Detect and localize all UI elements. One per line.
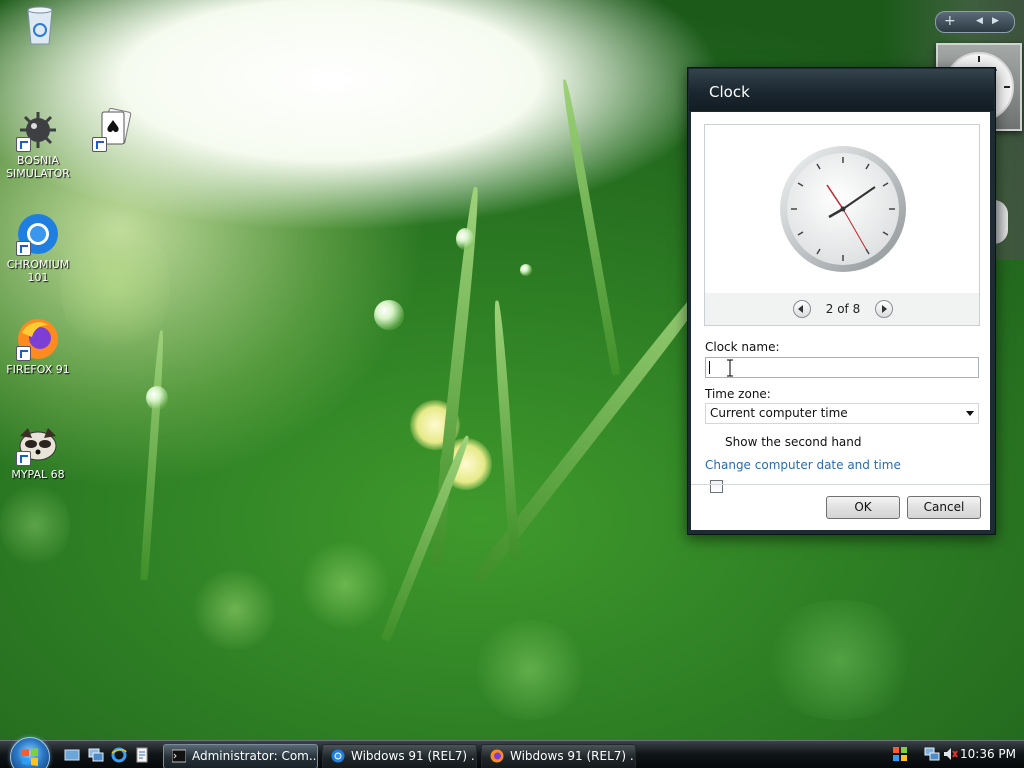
cancel-button[interactable]: Cancel (907, 496, 981, 519)
chromium-icon (331, 749, 345, 763)
shortcut-arrow-icon (16, 346, 31, 361)
ok-button[interactable]: OK (826, 496, 900, 519)
grass-blade (559, 78, 621, 376)
firefox-icon (16, 317, 60, 361)
dialog-body: 2 of 8 Clock name: Time zone: Current co… (691, 112, 990, 530)
shortcut-arrow-icon (16, 137, 31, 152)
clock-pager: 2 of 8 (704, 293, 980, 326)
desktop-icon-label: BOSNIA SIMULATOR (6, 154, 70, 180)
network-icon[interactable] (924, 746, 940, 762)
clock-name-input[interactable] (705, 357, 979, 378)
chromium-icon (16, 212, 60, 256)
switch-windows-icon[interactable] (88, 747, 104, 763)
time-zone-select[interactable]: Current computer time (705, 403, 979, 424)
mine-icon (16, 108, 60, 152)
dialog-separator (691, 484, 990, 485)
playing-cards-icon (92, 107, 136, 152)
add-gadget-button[interactable]: + (944, 13, 956, 29)
grass-blade (491, 300, 520, 561)
shortcut-arrow-icon (16, 451, 31, 466)
desktop-icon-bosnia-simulator[interactable]: BOSNIA SIMULATOR (2, 108, 74, 180)
time-zone-value: Current computer time (710, 406, 848, 420)
windows-flag-tray-icon[interactable] (892, 746, 908, 762)
show-desktop-icon[interactable] (64, 747, 80, 763)
change-date-time-link[interactable]: Change computer date and time (705, 458, 901, 472)
bokeh-light (470, 620, 590, 720)
desktop-icon-firefox[interactable]: FIREFOX 91 (2, 317, 74, 376)
bokeh-light (0, 480, 70, 570)
raccoon-icon (16, 422, 60, 466)
previous-clock-button[interactable] (793, 300, 811, 318)
sidebar-next-button[interactable]: ▶ (992, 13, 999, 29)
desktop-icon-recycle-bin[interactable] (4, 4, 76, 50)
pager-text: 2 of 8 (825, 302, 861, 316)
sidebar-prev-button[interactable]: ◀ (976, 13, 983, 29)
taskbar-button-chromium[interactable]: Wibdows 91 (REL7) ... (322, 744, 477, 768)
notepad-icon[interactable] (134, 747, 150, 763)
water-drop (456, 228, 474, 250)
clock-preview (704, 124, 980, 294)
water-drop (146, 386, 168, 410)
clock-face-icon (780, 146, 906, 272)
grass-blade (140, 330, 166, 581)
volume-muted-icon[interactable] (942, 746, 958, 762)
desktop-icon-mypal[interactable]: MYPAL 68 (2, 422, 74, 481)
task-label: Administrator: Com... (192, 749, 318, 763)
bokeh-light (60, 210, 170, 360)
taskbar: Administrator: Com... Wibdows 91 (REL7) … (0, 737, 1024, 768)
recycle-bin-icon (18, 4, 62, 48)
sidebar-controls: + ◀ ▶ (935, 11, 1015, 33)
shortcut-arrow-icon (92, 137, 107, 152)
desktop-icon-solitaire[interactable] (78, 107, 150, 154)
taskbar-button-command-prompt[interactable]: Administrator: Com... (163, 744, 318, 768)
water-drop (520, 264, 532, 276)
water-drop (374, 300, 404, 330)
start-button[interactable] (10, 737, 50, 768)
clock-settings-dialog: Clock 2 of 8 Clock name: Time zone: Curr… (687, 67, 996, 535)
shortcut-arrow-icon (16, 241, 31, 256)
ibeam-cursor-icon (727, 359, 733, 377)
chevron-down-icon (966, 411, 974, 416)
next-clock-button[interactable] (875, 300, 893, 318)
taskbar-button-firefox[interactable]: Wibdows 91 (REL7) ... (481, 744, 636, 768)
firefox-icon (490, 749, 504, 763)
task-label: Wibdows 91 (REL7) ... (510, 749, 636, 763)
desktop-icon-chromium[interactable]: CHROMIUM 101 (2, 212, 74, 284)
bokeh-light (760, 600, 920, 720)
grass-blade (380, 434, 473, 642)
task-label: Wibdows 91 (REL7) ... (351, 749, 477, 763)
desktop-icon-label: FIREFOX 91 (6, 363, 70, 376)
cmd-icon (172, 749, 186, 763)
desktop-icon-label: CHROMIUM 101 (6, 258, 70, 284)
second-hand-checkbox[interactable] (710, 480, 723, 493)
desktop-icon-label: MYPAL 68 (11, 468, 65, 481)
clock-name-label: Clock name: (705, 340, 780, 354)
text-caret (709, 361, 710, 374)
time-zone-label: Time zone: (705, 387, 771, 401)
second-hand-label: Show the second hand (725, 435, 862, 449)
dialog-title-bar[interactable]: Clock (689, 69, 994, 111)
bokeh-light (190, 570, 280, 650)
bokeh-light (300, 540, 390, 630)
windows-logo-icon (22, 748, 38, 766)
internet-explorer-icon[interactable] (111, 747, 127, 763)
taskbar-clock[interactable]: 10:36 PM (960, 747, 1016, 761)
dialog-title: Clock (709, 83, 750, 101)
